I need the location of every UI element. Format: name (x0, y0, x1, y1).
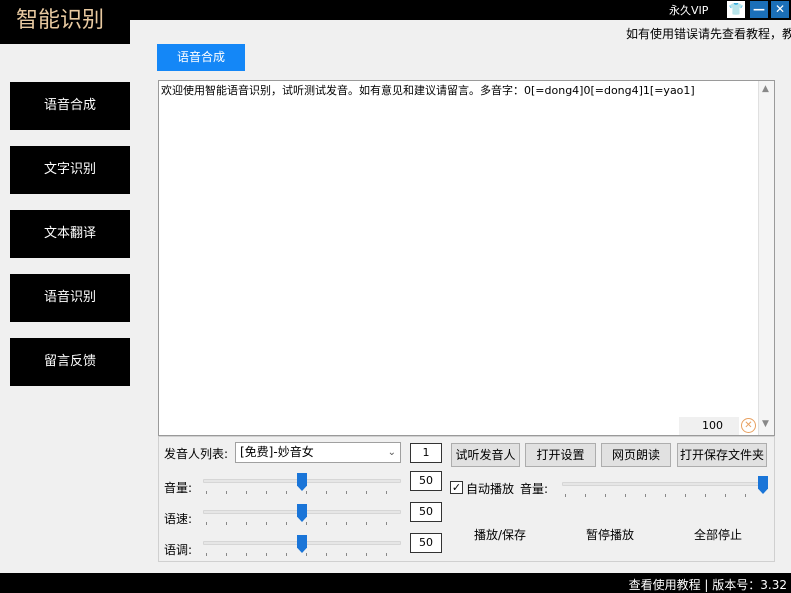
voice-count-field[interactable]: 1 (410, 443, 442, 463)
volume-label: 音量: (164, 481, 193, 495)
web-read-button[interactable]: 网页朗读 (601, 443, 671, 467)
pitch-value[interactable]: 50 (410, 533, 442, 553)
scroll-down-icon[interactable]: ▼ (762, 419, 769, 429)
preview-voice-button[interactable]: 试听发音人 (451, 443, 520, 467)
chevron-down-icon: ⌄ (387, 447, 396, 458)
stop-all-button[interactable]: 全部停止 (694, 526, 742, 543)
sidebar-item-feedback[interactable]: 留言反馈 (10, 338, 130, 386)
playback-volume-label: 音量: (520, 482, 549, 496)
voice-select[interactable]: [免费]-妙音女 ⌄ (235, 442, 401, 463)
speed-ticks (206, 522, 402, 525)
voice-select-value: [免费]-妙音女 (240, 445, 314, 459)
editor-content[interactable]: 欢迎使用智能语音识别，试听测试发音。如有意见和建议请留言。多音字：0[=dong… (161, 82, 695, 98)
skin-icon[interactable]: 👕 (727, 1, 745, 18)
sidebar-item-speech-recognition[interactable]: 语音识别 (10, 274, 130, 322)
pitch-label: 语调: (164, 543, 193, 557)
clear-icon[interactable]: ✕ (741, 418, 756, 433)
vip-label: 永久VIP (669, 4, 709, 17)
minimize-button[interactable]: — (750, 1, 768, 18)
scroll-up-icon[interactable]: ▲ (762, 84, 769, 94)
footer-text[interactable]: 查看使用教程 | 版本号：3.32 (629, 576, 787, 593)
close-button[interactable]: ✕ (771, 1, 789, 18)
playback-volume-ticks (565, 494, 765, 497)
open-save-folder-button[interactable]: 打开保存文件夹 (677, 443, 767, 467)
pause-button[interactable]: 暂停播放 (586, 526, 634, 543)
play-save-button[interactable]: 播放/保存 (474, 526, 526, 543)
sidebar-item-translation[interactable]: 文本翻译 (10, 210, 130, 258)
app-logo: 智能识别 (0, 0, 130, 44)
volume-value[interactable]: 50 (410, 471, 442, 491)
char-count: 100 (679, 417, 739, 435)
autoplay-label: 自动播放 (466, 482, 515, 496)
speed-label: 语速: (164, 512, 193, 526)
open-settings-button[interactable]: 打开设置 (525, 443, 596, 467)
autoplay-checkbox[interactable]: ✓ (450, 481, 463, 494)
sidebar-item-text-recognition[interactable]: 文字识别 (10, 146, 130, 194)
playback-volume-slider[interactable] (562, 482, 765, 486)
volume-ticks (206, 491, 402, 494)
sidebar-item-speech-synthesis[interactable]: 语音合成 (10, 82, 130, 130)
editor-scrollbar[interactable]: ▲ ▼ (758, 81, 774, 435)
tab-speech-synthesis[interactable]: 语音合成 (157, 44, 245, 71)
voice-list-label: 发音人列表: (164, 447, 229, 461)
tutorial-notice: 如有使用错误请先查看教程，教 (626, 27, 791, 41)
speed-value[interactable]: 50 (410, 502, 442, 522)
status-bar: 查看使用教程 | 版本号：3.32 (0, 573, 791, 593)
pitch-ticks (206, 553, 402, 556)
text-editor[interactable]: 欢迎使用智能语音识别，试听测试发音。如有意见和建议请留言。多音字：0[=dong… (158, 80, 775, 436)
